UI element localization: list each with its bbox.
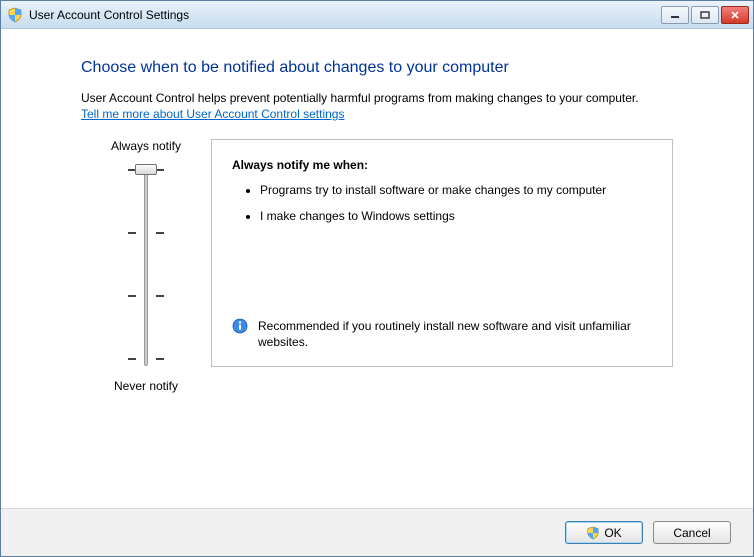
client-area: Choose when to be notified about changes… bbox=[1, 29, 753, 508]
slider-tick bbox=[128, 295, 136, 297]
titlebar[interactable]: User Account Control Settings bbox=[1, 1, 753, 29]
window-title: User Account Control Settings bbox=[29, 8, 661, 22]
slider-top-label: Always notify bbox=[111, 139, 181, 153]
cancel-button[interactable]: Cancel bbox=[653, 521, 731, 544]
slider-tick bbox=[156, 232, 164, 234]
help-link[interactable]: Tell me more about User Account Control … bbox=[81, 107, 344, 121]
description-list: Programs try to install software or make… bbox=[232, 182, 652, 224]
info-icon bbox=[232, 318, 248, 334]
dialog-footer: OK Cancel bbox=[1, 508, 753, 556]
slider-tick bbox=[128, 232, 136, 234]
page-heading: Choose when to be notified about changes… bbox=[81, 59, 673, 77]
slider-tick bbox=[156, 295, 164, 297]
slider-thumb[interactable] bbox=[135, 164, 157, 175]
shield-icon bbox=[7, 7, 23, 23]
ok-button[interactable]: OK bbox=[565, 521, 643, 544]
notification-slider[interactable] bbox=[116, 161, 176, 371]
uac-settings-window: User Account Control Settings Choose whe… bbox=[0, 0, 754, 557]
ok-button-label: OK bbox=[604, 526, 621, 540]
slider-column: Always notify Never notify bbox=[81, 139, 211, 393]
page-subtext: User Account Control helps prevent poten… bbox=[81, 91, 673, 105]
slider-area: Always notify Never notify Alw bbox=[81, 139, 673, 393]
minimize-button[interactable] bbox=[661, 6, 689, 24]
slider-bottom-label: Never notify bbox=[114, 379, 178, 393]
recommendation-row: Recommended if you routinely install new… bbox=[232, 318, 652, 350]
shield-icon bbox=[586, 526, 600, 540]
slider-tick bbox=[128, 358, 136, 360]
slider-tick bbox=[156, 358, 164, 360]
description-bullet: I make changes to Windows settings bbox=[260, 208, 652, 224]
window-controls bbox=[661, 6, 749, 24]
description-panel: Always notify me when: Programs try to i… bbox=[211, 139, 673, 367]
recommendation-text: Recommended if you routinely install new… bbox=[258, 318, 652, 350]
description-title: Always notify me when: bbox=[232, 158, 652, 172]
maximize-button[interactable] bbox=[691, 6, 719, 24]
close-button[interactable] bbox=[721, 6, 749, 24]
description-bullet: Programs try to install software or make… bbox=[260, 182, 652, 198]
cancel-button-label: Cancel bbox=[673, 526, 710, 540]
slider-track bbox=[144, 166, 148, 366]
slider-tick bbox=[156, 169, 164, 171]
